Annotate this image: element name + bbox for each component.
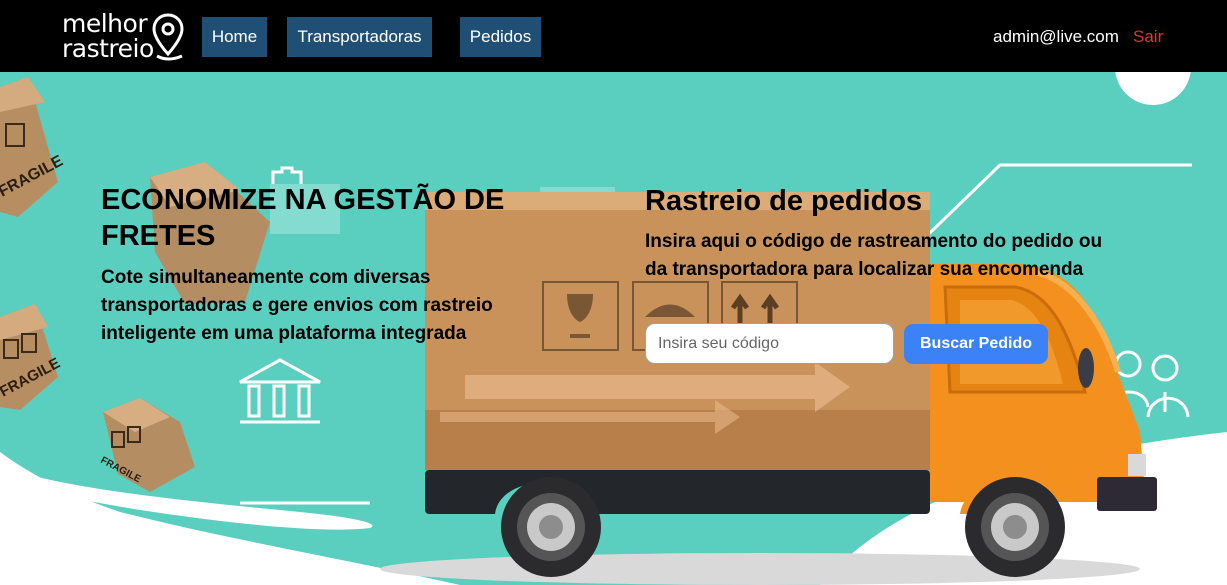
hero-subheadline: Cote simultaneamente com diversas transp… — [101, 267, 493, 344]
tracking-description: Insira aqui o código de rastreamento do … — [645, 231, 1103, 280]
nav-home-button[interactable]: Home — [202, 17, 267, 57]
user-email: admin@live.com — [993, 27, 1119, 46]
brand-logo-line2: rastreio — [62, 34, 154, 63]
brand-logo[interactable]: melhor rastreio — [62, 10, 192, 66]
search-order-button[interactable]: Buscar Pedido — [904, 324, 1048, 364]
nav-transportadoras-button[interactable]: Transportadoras — [287, 17, 432, 57]
top-navbar: melhor rastreio Home Transportadoras Ped… — [0, 0, 1227, 72]
hero-section: FRAGILE FRAGILE FRAGILE ECONOMIZE NA GES… — [0, 72, 1227, 585]
nav-pedidos-button[interactable]: Pedidos — [460, 17, 541, 57]
logout-link[interactable]: Sair — [1133, 27, 1163, 47]
tracking-title: Rastreio de pedidos — [645, 185, 923, 217]
tracking-code-input[interactable] — [645, 323, 894, 364]
hero-headline: ECONOMIZE NA GESTÃO DE FRETES — [101, 184, 505, 252]
map-pin-icon — [152, 13, 184, 61]
